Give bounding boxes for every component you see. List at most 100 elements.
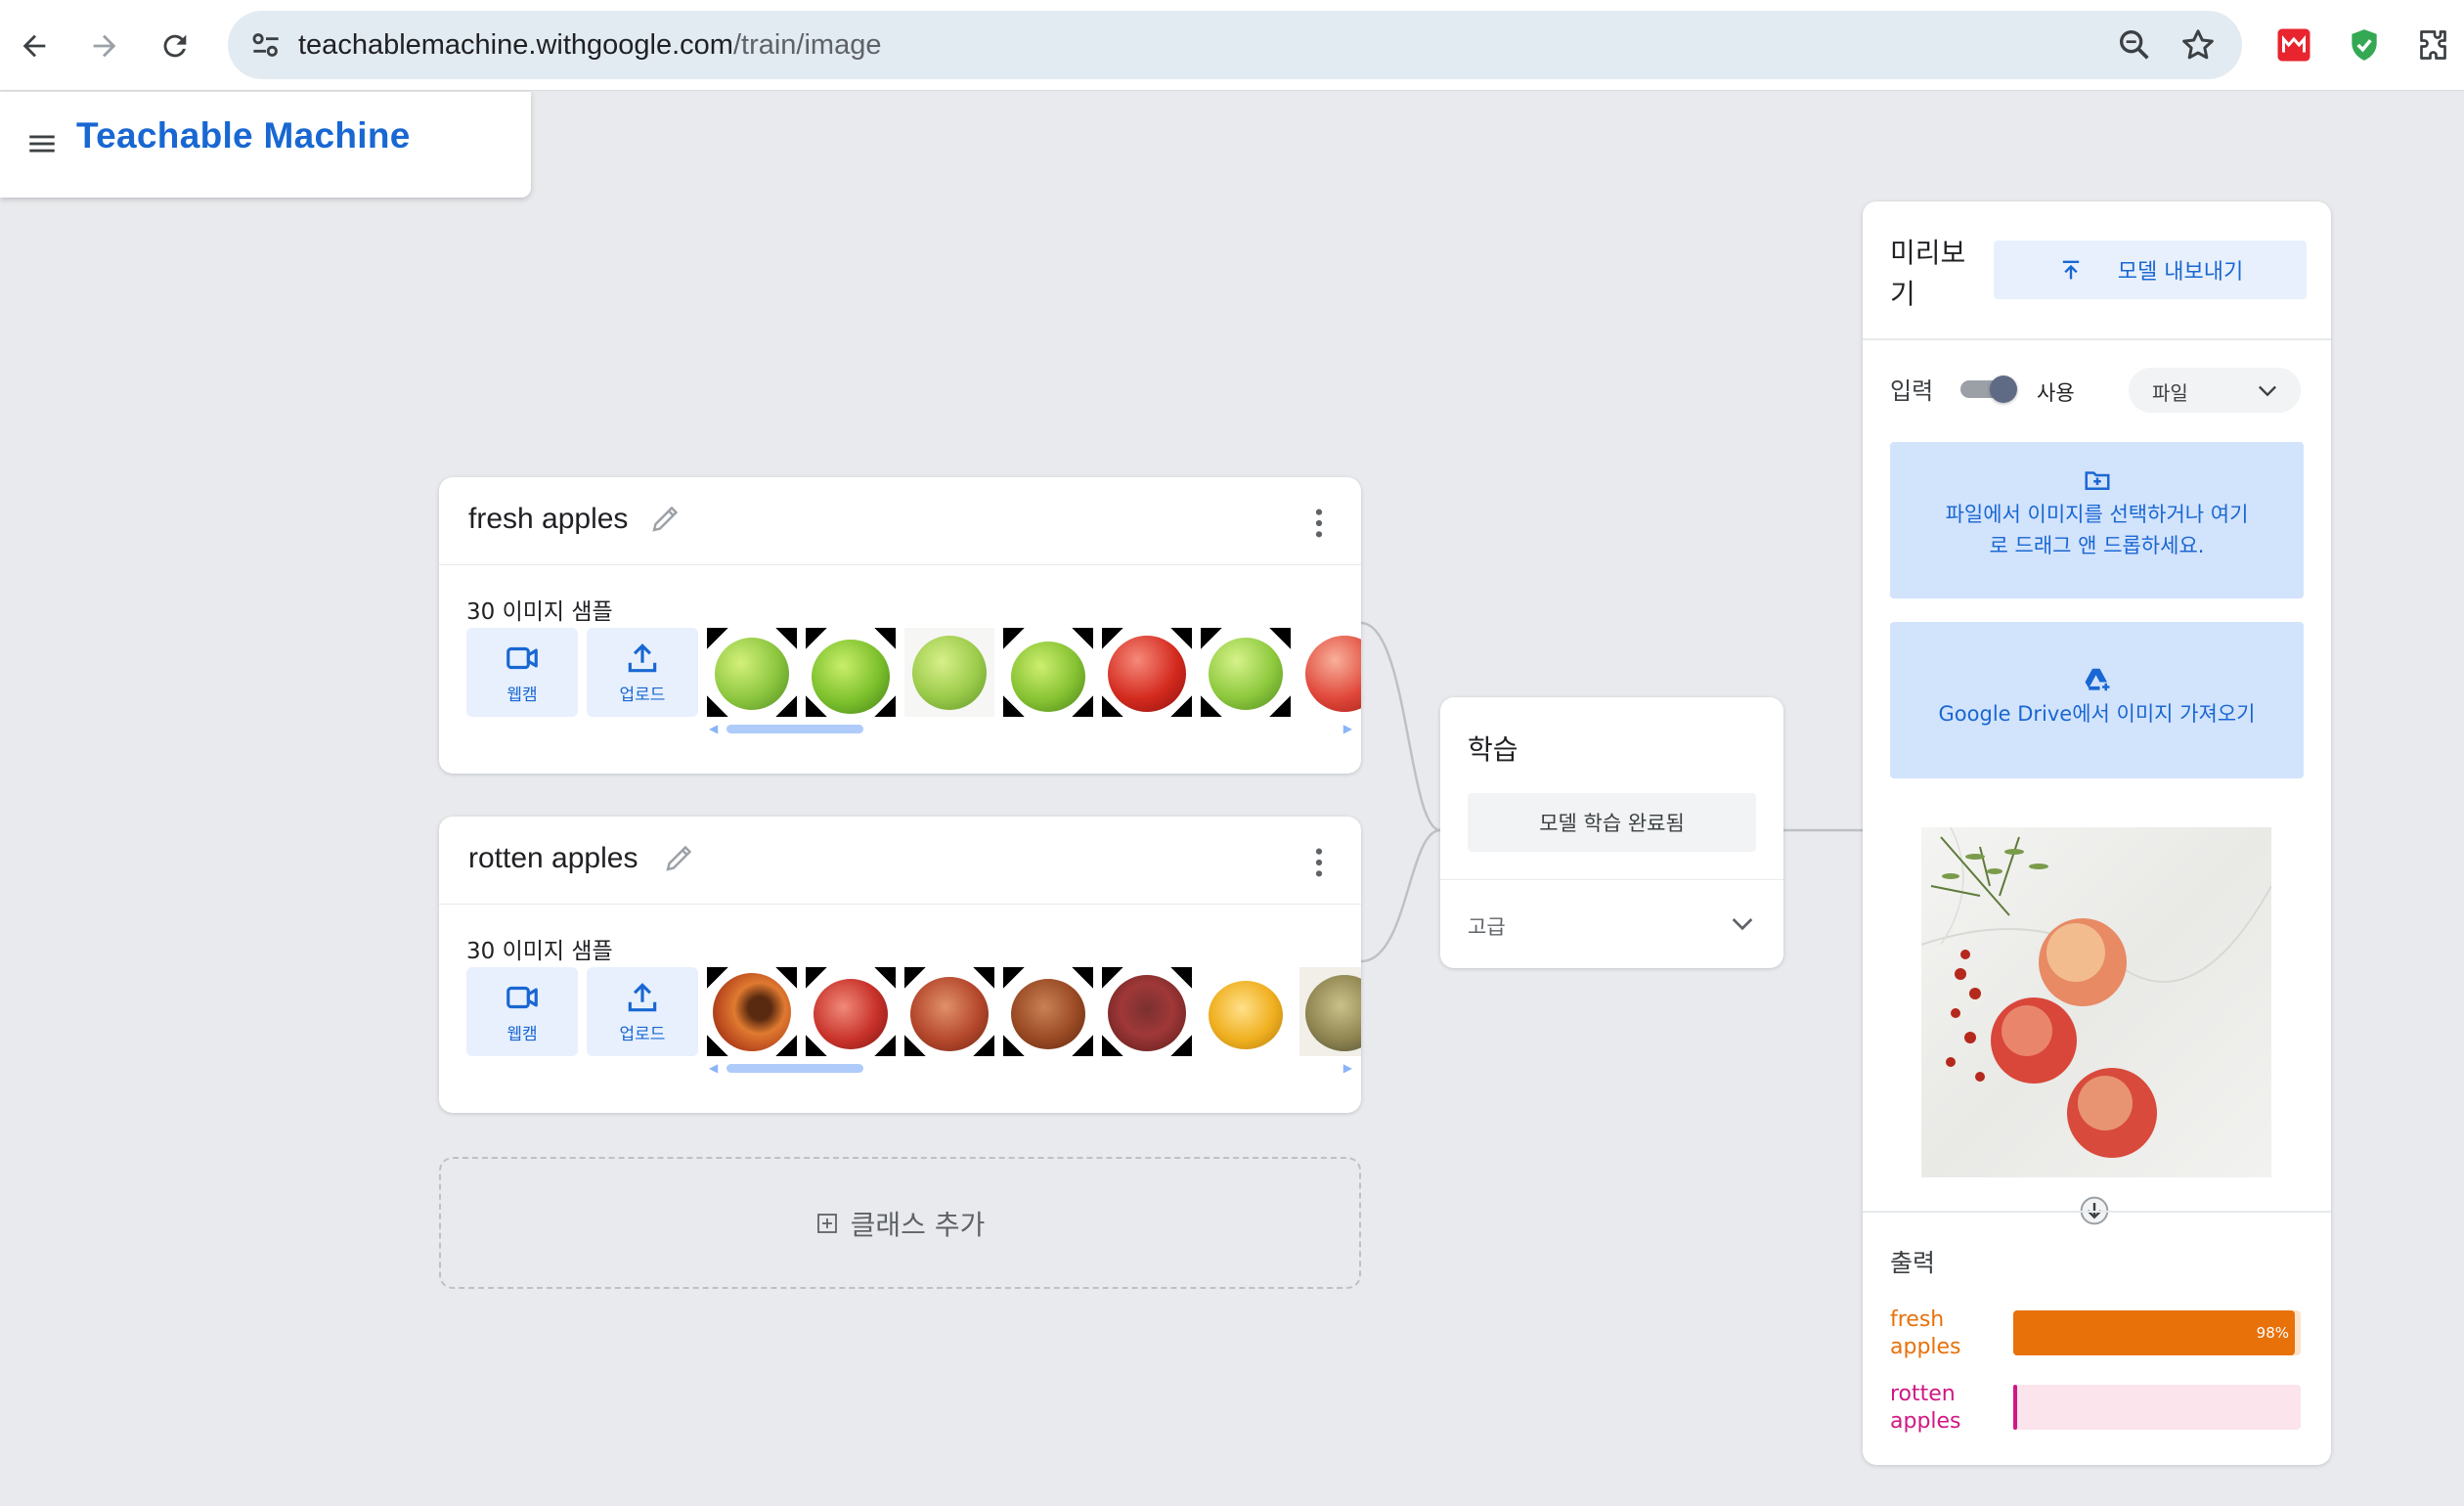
sample-count: 30 이미지 샘플 xyxy=(466,939,613,964)
train-model-button[interactable]: 모델 학습 완료됨 xyxy=(1468,793,1756,852)
sample-thumbnail[interactable] xyxy=(1102,967,1192,1056)
class-card-header: fresh apples xyxy=(439,477,1361,565)
upload-button[interactable]: 업로드 xyxy=(587,967,698,1056)
app-title[interactable]: Teachable Machine xyxy=(76,115,411,156)
app-header: Teachable Machine xyxy=(0,92,531,198)
sample-thumbnails[interactable] xyxy=(707,967,1361,1056)
scroll-right-icon[interactable]: ▶ xyxy=(1343,1061,1352,1075)
folder-add-icon xyxy=(2085,471,2109,490)
output-class-name: fresh apples xyxy=(1890,1307,1961,1359)
more-options-icon[interactable] xyxy=(1312,846,1326,879)
drop-text-line1: 파일에서 이미지를 선택하거나 여기 xyxy=(1945,503,2249,526)
upload-icon xyxy=(628,983,657,1012)
export-model-label: 모델 내보내기 xyxy=(2117,260,2244,285)
forward-button[interactable] xyxy=(80,22,129,70)
scroll-left-icon[interactable]: ◀ xyxy=(709,722,718,735)
extension-red-icon[interactable] xyxy=(2272,23,2315,66)
bookmark-star-icon[interactable] xyxy=(2178,25,2218,65)
edit-pencil-icon[interactable] xyxy=(662,840,697,875)
apples-photo xyxy=(1921,827,2271,1158)
sample-thumbnail[interactable] xyxy=(1003,967,1093,1056)
training-card: 학습 모델 학습 완료됨 고급 xyxy=(1440,697,1783,968)
webcam-button[interactable]: 웹캠 xyxy=(466,967,578,1056)
add-class-button[interactable]: 클래스 추가 xyxy=(439,1157,1361,1289)
url-text[interactable]: teachablemachine.withgoogle.com/train/im… xyxy=(298,11,881,79)
input-source-value: 파일 xyxy=(2152,381,2188,405)
toggle-label: 사용 xyxy=(2037,381,2075,405)
sample-thumbnail[interactable] xyxy=(904,967,994,1056)
browser-toolbar: teachablemachine.withgoogle.com/train/im… xyxy=(0,0,2464,91)
class-name[interactable]: fresh apples xyxy=(468,503,628,536)
preview-image xyxy=(1921,827,2271,1177)
sample-thumbnail[interactable] xyxy=(1003,628,1093,717)
video-camera-icon xyxy=(506,986,538,1009)
arrow-right-icon xyxy=(93,34,116,58)
google-drive-add-icon xyxy=(2085,668,2109,691)
sample-count: 30 이미지 샘플 xyxy=(466,599,613,625)
upload-button[interactable]: 업로드 xyxy=(587,628,698,717)
webcam-label: 웹캠 xyxy=(506,1025,538,1044)
google-drive-import-button[interactable]: Google Drive에서 이미지 가져오기 xyxy=(1890,622,2304,778)
divider xyxy=(1863,338,2331,340)
upload-icon xyxy=(628,643,657,673)
scrollbar-thumb[interactable] xyxy=(726,1064,863,1073)
reload-button[interactable] xyxy=(151,22,199,70)
sample-thumbnail[interactable] xyxy=(1299,967,1361,1056)
input-toggle[interactable] xyxy=(1960,376,2017,403)
thumbnail-scrollbar[interactable]: ◀ ▶ xyxy=(707,1061,1352,1075)
sample-thumbnail[interactable] xyxy=(1102,628,1192,717)
advanced-label: 고급 xyxy=(1468,915,1506,939)
more-options-icon[interactable] xyxy=(1312,507,1326,540)
webcam-label: 웹캠 xyxy=(506,686,538,705)
confidence-percent: 98% xyxy=(2256,1324,2289,1342)
sample-thumbnail[interactable] xyxy=(707,628,797,717)
add-box-icon xyxy=(816,1213,837,1233)
export-model-button[interactable]: 모델 내보내기 xyxy=(1994,241,2307,299)
scrollbar-thumb[interactable] xyxy=(726,725,863,733)
output-class-name: rotten apples xyxy=(1890,1382,1961,1434)
thumbnail-scrollbar[interactable]: ◀ ▶ xyxy=(707,722,1352,735)
sample-thumbnail[interactable] xyxy=(1299,628,1361,717)
class-card-fresh-apples: fresh apples 30 이미지 샘플 웹캠 업로드 ◀ ▶ xyxy=(439,477,1361,774)
sample-thumbnails[interactable] xyxy=(707,628,1361,717)
input-label: 입력 xyxy=(1890,377,1934,405)
upload-label: 업로드 xyxy=(619,1025,666,1044)
bar-fill xyxy=(2013,1310,2295,1355)
shield-check-icon[interactable] xyxy=(2343,23,2386,66)
sample-thumbnail[interactable] xyxy=(707,967,797,1056)
divider xyxy=(1863,1211,2331,1213)
site-settings-icon[interactable] xyxy=(247,26,285,64)
input-source-select[interactable]: 파일 xyxy=(2129,368,2301,413)
class-card-rotten-apples: rotten apples 30 이미지 샘플 웹캠 업로드 ◀ ▶ xyxy=(439,817,1361,1113)
upload-label: 업로드 xyxy=(619,686,666,705)
advanced-toggle[interactable]: 고급 xyxy=(1440,879,1783,968)
sample-thumbnail[interactable] xyxy=(806,628,896,717)
reload-icon xyxy=(163,34,187,58)
add-class-label: 클래스 추가 xyxy=(850,1208,986,1241)
sample-thumbnail[interactable] xyxy=(1201,967,1291,1056)
class-name[interactable]: rotten apples xyxy=(468,842,638,875)
address-bar[interactable]: teachablemachine.withgoogle.com/train/im… xyxy=(228,11,2242,79)
class-card-header: rotten apples xyxy=(439,817,1361,905)
training-title: 학습 xyxy=(1468,733,1518,766)
chevron-down-icon xyxy=(1732,918,1753,931)
webcam-button[interactable]: 웹캠 xyxy=(466,628,578,717)
scroll-right-icon[interactable]: ▶ xyxy=(1343,722,1352,735)
confidence-bar-fresh: 98% xyxy=(2013,1310,2301,1355)
preview-panel: 미리보기 모델 내보내기 입력 사용 파일 파일에서 이미지를 선택하거나 여기… xyxy=(1863,201,2331,1465)
url-host: teachablemachine.withgoogle.com xyxy=(298,29,733,61)
chevron-down-icon xyxy=(2259,385,2276,397)
extensions-puzzle-icon[interactable] xyxy=(2413,23,2456,66)
file-drop-zone[interactable]: 파일에서 이미지를 선택하거나 여기 로 드래그 앤 드롭하세요. xyxy=(1890,442,2304,598)
edit-pencil-icon[interactable] xyxy=(648,501,683,536)
export-upload-icon xyxy=(2062,260,2079,280)
back-button[interactable] xyxy=(10,22,59,70)
url-path: /train/image xyxy=(732,29,882,61)
zoom-icon[interactable] xyxy=(2115,25,2154,65)
hamburger-menu-icon[interactable] xyxy=(25,127,59,160)
sample-thumbnail[interactable] xyxy=(1201,628,1291,717)
sample-thumbnail[interactable] xyxy=(806,967,896,1056)
scroll-left-icon[interactable]: ◀ xyxy=(709,1061,718,1075)
drive-text: Google Drive에서 이미지 가져오기 xyxy=(1938,702,2256,726)
sample-thumbnail[interactable] xyxy=(904,628,994,717)
